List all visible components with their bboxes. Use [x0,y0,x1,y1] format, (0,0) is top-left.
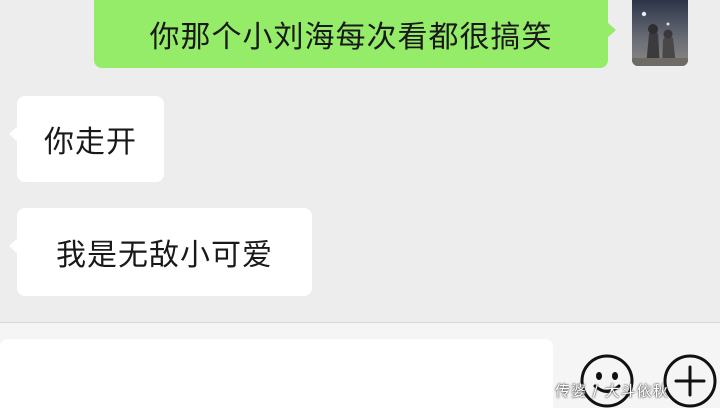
message-bubble-outgoing[interactable]: 你那个小刘海每次看都很搞笑 [94,0,616,68]
message-bubble-incoming[interactable]: 我是无敌小可爱 [9,208,312,296]
message-text: 你那个小刘海每次看都很搞笑 [149,20,553,55]
avatar[interactable] [632,0,688,66]
more-button[interactable] [661,352,719,408]
avatar-photo-icon [632,0,688,66]
watermark: 传婆 / 大斗依秋 [555,382,669,400]
bubble-tail [9,238,18,254]
message-bubble-incoming[interactable]: 你走开 [9,96,164,182]
bubble-tail [607,22,616,38]
chat-screen: 你那个小刘海每次看都很搞笑 你走开 我是无敌小可爱 传婆 / 大斗依秋 [0,0,720,408]
message-text: 你走开 [44,125,137,160]
plus-circle-icon [663,354,717,408]
bubble-tail [9,126,18,142]
message-text: 我是无敌小可爱 [56,238,273,273]
message-input[interactable] [0,339,553,408]
